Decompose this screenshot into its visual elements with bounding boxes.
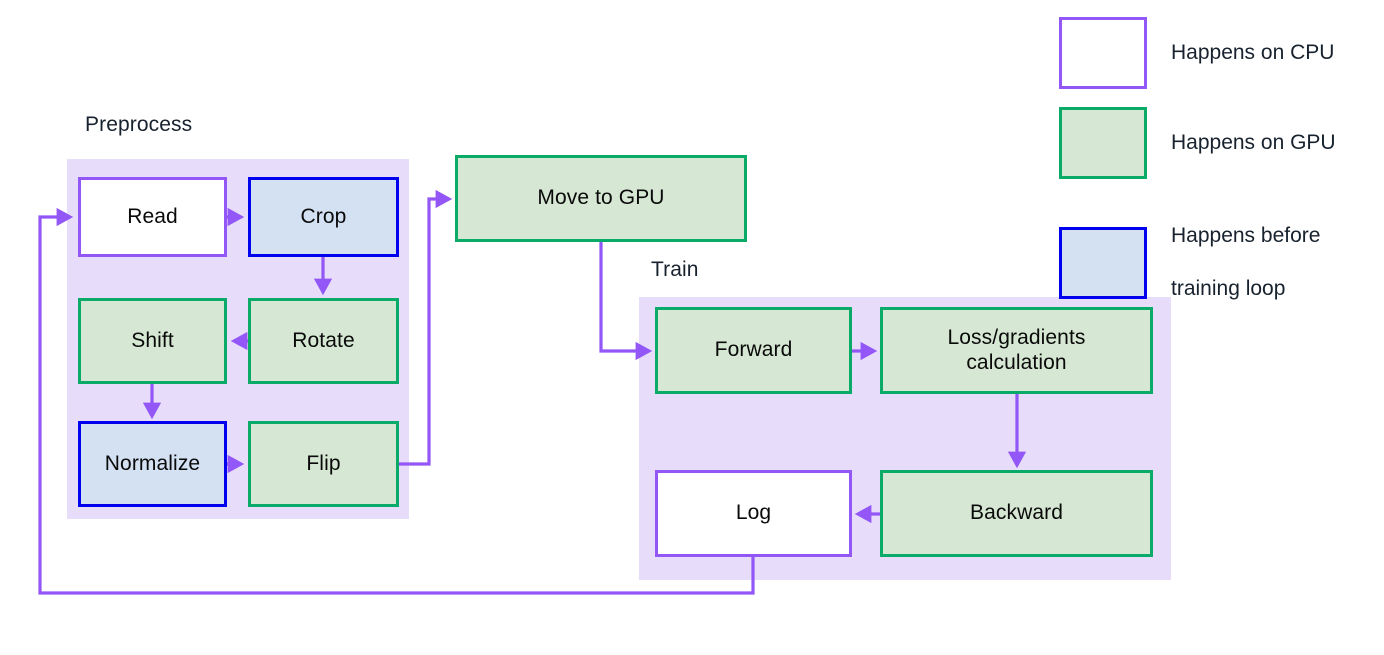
legend-label-gpu: Happens on GPU (1171, 130, 1336, 154)
legend-label-before-training-loop-line-1: Happens before (1171, 224, 1321, 248)
node-move-to-gpu[interactable]: Move to GPU (455, 155, 747, 242)
node-backward[interactable]: Backward (880, 470, 1153, 557)
diagram-canvas: Preprocess Train Read Crop Shift Rotate … (0, 0, 1384, 655)
node-shift-label: Shift (131, 328, 174, 352)
legend-label-before-training-loop: Happens before training loop (1171, 197, 1320, 328)
group-preprocess-title: Preprocess (85, 113, 193, 136)
legend-swatch-cpu (1059, 17, 1147, 89)
node-forward[interactable]: Forward (655, 307, 852, 394)
legend-swatch-gpu (1059, 107, 1147, 179)
legend-item-gpu: Happens on GPU (1059, 107, 1336, 179)
node-loss-gradients-line-1: Loss/gradients (947, 325, 1086, 349)
node-loss-gradients-label: Loss/gradients calculation (948, 326, 1086, 376)
legend-item-before-training-loop: Happens before training loop (1059, 197, 1320, 328)
node-backward-label: Backward (969, 501, 1063, 525)
node-normalize[interactable]: Normalize (78, 421, 227, 507)
group-train-title: Train (651, 258, 699, 281)
node-flip-label: Flip (306, 451, 341, 475)
edge-movegpu-to-forward (599, 242, 653, 361)
legend-item-cpu: Happens on CPU (1059, 17, 1334, 89)
node-rotate[interactable]: Rotate (248, 298, 399, 384)
legend-label-before-training-loop-line-2: training loop (1171, 276, 1286, 300)
node-normalize-label: Normalize (104, 451, 201, 475)
node-flip[interactable]: Flip (248, 421, 399, 507)
node-forward-label: Forward (714, 338, 793, 362)
node-move-to-gpu-label: Move to GPU (537, 186, 665, 210)
node-read-label: Read (127, 204, 178, 228)
node-loss-gradients-line-2: calculation (966, 350, 1067, 374)
node-crop-label: Crop (300, 204, 347, 228)
node-crop[interactable]: Crop (248, 177, 399, 257)
legend-label-cpu: Happens on CPU (1171, 40, 1335, 64)
node-rotate-label: Rotate (292, 328, 355, 352)
node-shift[interactable]: Shift (78, 298, 227, 384)
node-log-label: Log (735, 501, 772, 525)
node-log[interactable]: Log (655, 470, 852, 557)
legend-swatch-before-training-loop (1059, 226, 1147, 299)
node-read[interactable]: Read (78, 177, 227, 257)
